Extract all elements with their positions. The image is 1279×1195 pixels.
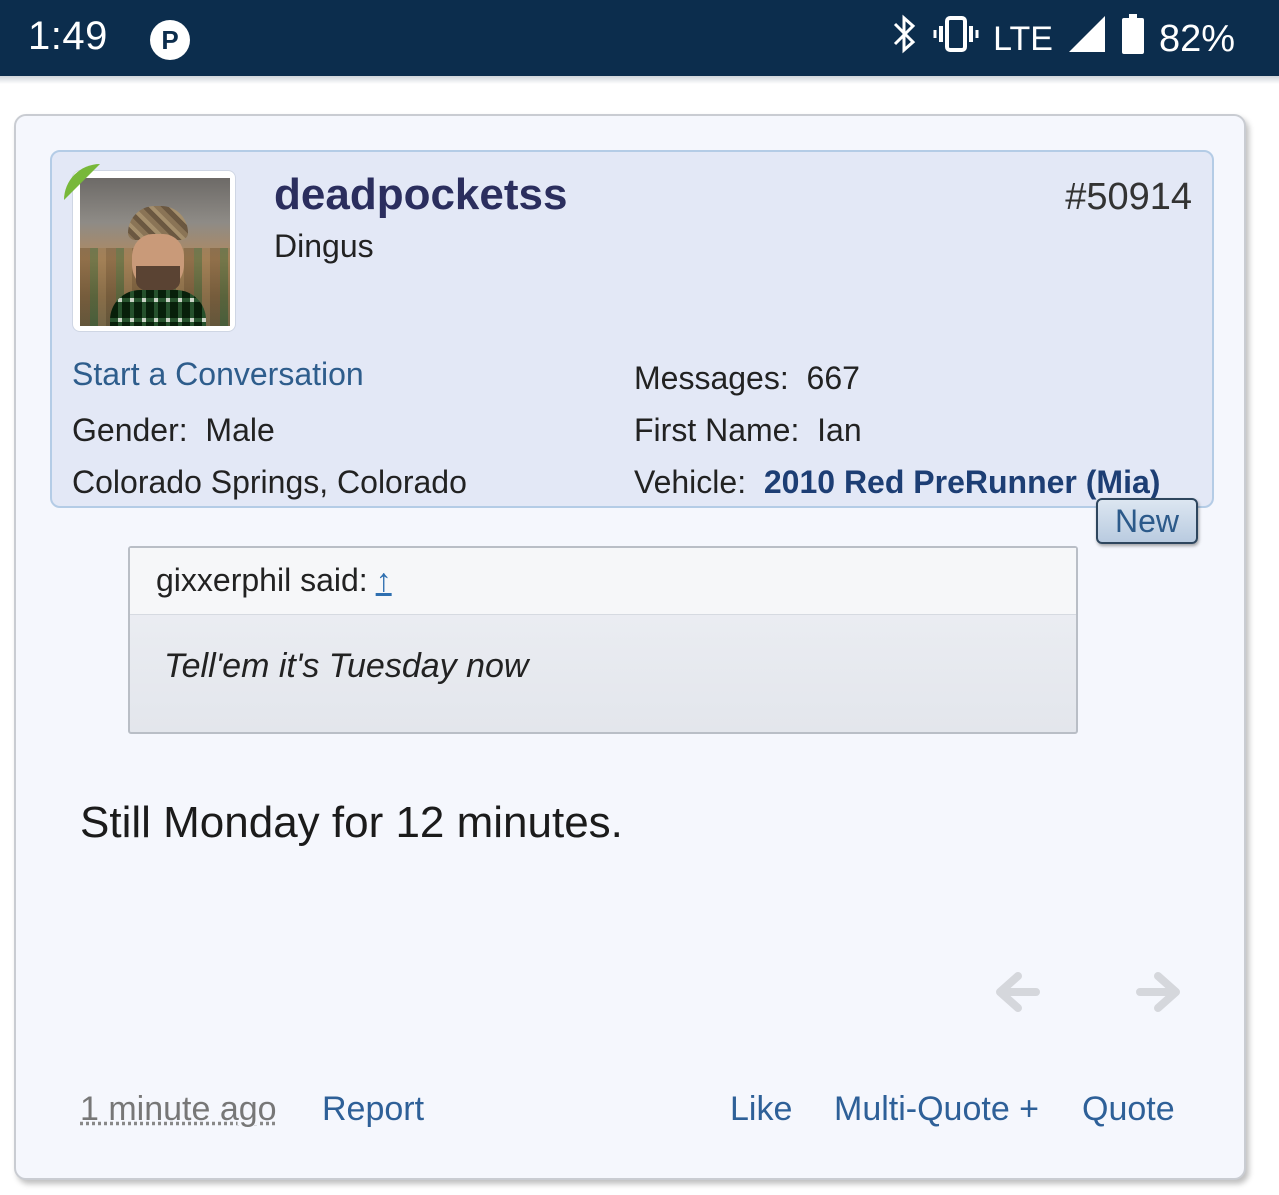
status-time: 1:49 bbox=[28, 14, 108, 58]
location-info: Colorado Springs, Colorado bbox=[72, 464, 467, 501]
arrow-right-icon[interactable] bbox=[1136, 968, 1184, 1029]
quote-block: gixxerphil said: ↑ Tell'em it's Tuesday n… bbox=[128, 546, 1078, 734]
arrow-left-icon[interactable] bbox=[992, 968, 1040, 1029]
forum-post: deadpocketss Dingus #50914 Start a Conve… bbox=[14, 114, 1246, 1180]
first-name-info: First Name: Ian bbox=[634, 412, 862, 449]
user-info-panel: deadpocketss Dingus #50914 Start a Conve… bbox=[50, 150, 1214, 508]
gender-info: Gender: Male bbox=[72, 412, 275, 449]
post-timestamp[interactable]: 1 minute ago bbox=[80, 1090, 277, 1129]
username-link[interactable]: deadpocketss bbox=[274, 170, 567, 220]
status-bar-shadow bbox=[0, 76, 1279, 84]
quote-header: gixxerphil said: ↑ bbox=[130, 548, 1076, 615]
vehicle-info: Vehicle: 2010 Red PreRunner (Mia) bbox=[634, 464, 1160, 501]
network-type: LTE bbox=[993, 19, 1053, 58]
quote-text: Tell'em it's Tuesday now bbox=[164, 647, 529, 685]
vibrate-icon bbox=[933, 14, 979, 64]
report-link[interactable]: Report bbox=[322, 1090, 424, 1129]
gender-value: Male bbox=[205, 412, 275, 448]
signal-icon bbox=[1067, 14, 1107, 64]
avatar-image[interactable] bbox=[80, 178, 230, 326]
quote-author: gixxerphil said: bbox=[156, 562, 368, 598]
new-badge: New bbox=[1096, 498, 1198, 544]
battery-icon bbox=[1121, 14, 1145, 64]
post-number-link[interactable]: #50914 bbox=[1065, 176, 1192, 219]
first-name-value: Ian bbox=[817, 412, 862, 448]
start-conversation-link[interactable]: Start a Conversation bbox=[72, 356, 364, 393]
like-link[interactable]: Like bbox=[730, 1090, 792, 1129]
status-bar: 1:49 P LTE 82% bbox=[0, 0, 1279, 76]
location-value: Colorado Springs, Colorado bbox=[72, 464, 467, 500]
user-title: Dingus bbox=[274, 228, 374, 264]
post-message: Still Monday for 12 minutes. bbox=[80, 798, 623, 847]
battery-percent: 82% bbox=[1158, 17, 1235, 60]
vehicle-link[interactable]: 2010 Red PreRunner (Mia) bbox=[764, 464, 1161, 500]
vehicle-label: Vehicle: bbox=[634, 464, 747, 500]
messages-value: 667 bbox=[806, 360, 860, 396]
gender-label: Gender: bbox=[72, 412, 188, 448]
messages-label: Messages: bbox=[634, 360, 789, 396]
messages-info: Messages: 667 bbox=[634, 360, 860, 397]
quote-jump-link[interactable]: ↑ bbox=[376, 562, 392, 598]
bluetooth-icon bbox=[889, 14, 919, 64]
multi-quote-link[interactable]: Multi-Quote + bbox=[834, 1090, 1039, 1129]
first-name-label: First Name: bbox=[634, 412, 800, 448]
status-icons: LTE 82% bbox=[889, 14, 1235, 64]
app-notification-icon: P bbox=[150, 20, 190, 60]
quote-link[interactable]: Quote bbox=[1082, 1090, 1175, 1129]
avatar[interactable] bbox=[72, 170, 236, 332]
